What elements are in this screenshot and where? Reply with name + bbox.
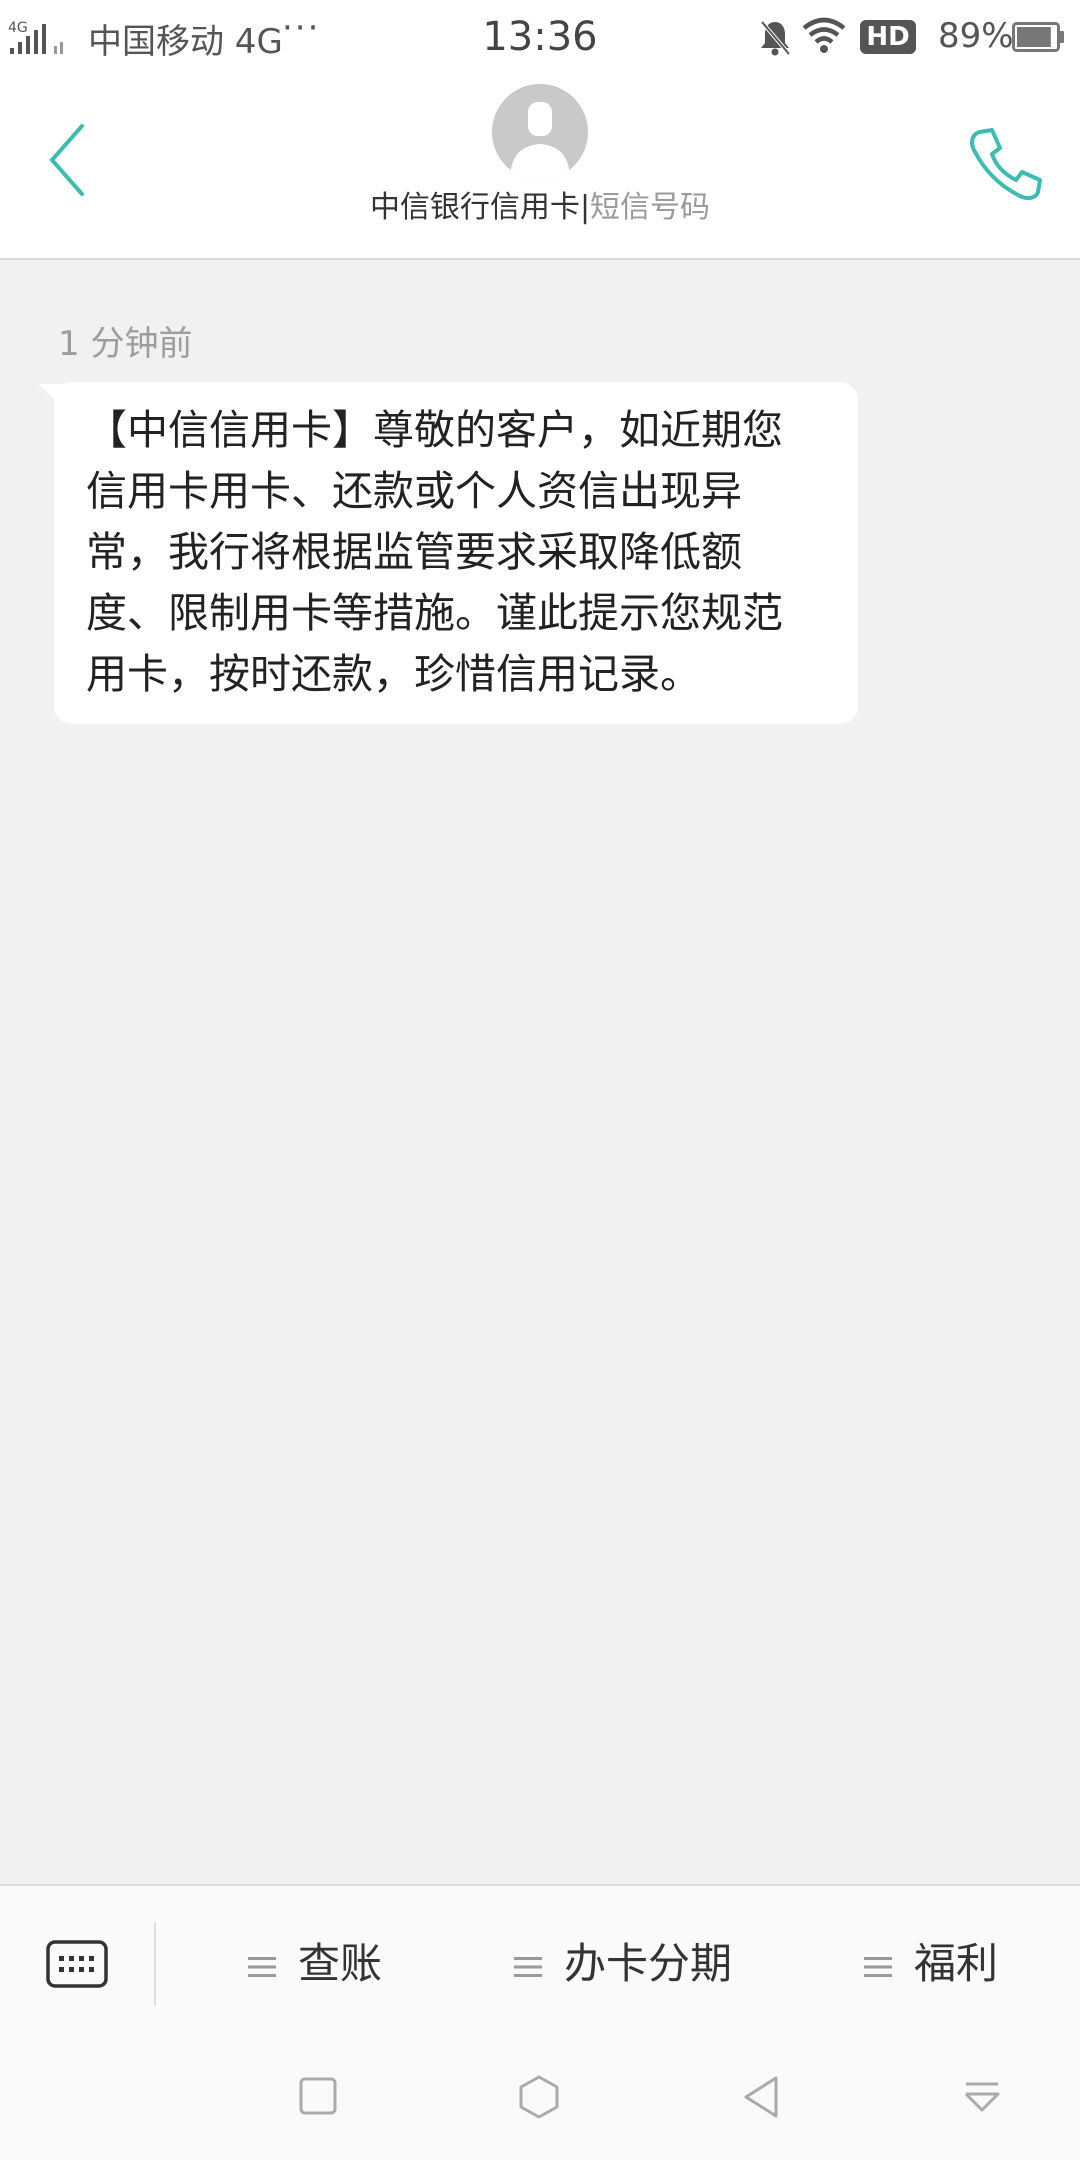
menu-item-label: 办卡分期 — [564, 1939, 733, 1988]
service-menu-bar: 查账 办卡分期 福利 — [0, 1884, 1080, 2044]
call-button[interactable] — [966, 124, 1046, 204]
battery-icon — [1012, 22, 1066, 56]
wifi-icon — [802, 16, 846, 60]
message-text: 【中信信用卡】尊敬的客户，如近期您 信用卡用卡、还款或个人资信出现异 常，我行将… — [86, 406, 783, 698]
keyboard-icon — [46, 1940, 108, 1988]
hamburger-icon — [864, 1956, 892, 1977]
title-separator: | — [579, 190, 591, 225]
recents-button[interactable] — [296, 2074, 340, 2122]
notification-shade-button[interactable] — [962, 2074, 1002, 2122]
message-timestamp: 1 分钟前 — [58, 324, 193, 364]
contact-type: 短信号码 — [590, 190, 711, 225]
conversation-header: 中信银行信用卡|短信号码 — [0, 78, 1080, 260]
contact-name: 中信银行信用卡 — [369, 190, 580, 225]
bell-muted-icon — [758, 18, 792, 62]
contact-title: 中信银行信用卡|短信号码 — [0, 182, 1080, 226]
notification-shade-icon — [964, 2082, 1000, 2112]
hexagon-icon — [519, 2075, 559, 2119]
clock: 13:36 — [482, 14, 598, 60]
menu-item-statement[interactable]: 查账 — [248, 1886, 382, 2042]
avatar[interactable] — [492, 84, 588, 180]
menu-item-benefits[interactable]: 福利 — [864, 1886, 998, 2042]
keyboard-toggle-button[interactable] — [46, 1940, 108, 1992]
hamburger-icon — [248, 1956, 276, 1977]
person-icon — [510, 102, 570, 180]
menu-divider — [154, 1922, 156, 2006]
square-icon — [299, 2077, 337, 2115]
hamburger-icon — [514, 1956, 542, 1977]
navigation-bar — [0, 2042, 1080, 2160]
menu-item-card-installment[interactable]: 办卡分期 — [514, 1886, 732, 2042]
hd-badge: HD — [860, 20, 916, 54]
message-bubble[interactable]: 【中信信用卡】尊敬的客户，如近期您 信用卡用卡、还款或个人资信出现异 常，我行将… — [54, 382, 858, 724]
triangle-back-icon — [744, 2076, 778, 2118]
status-bar: 4G 中国移动 4G ··· 13:36 HD 89% — [0, 0, 1080, 78]
phone-icon — [970, 128, 1042, 201]
home-button[interactable] — [516, 2074, 562, 2124]
battery-percent: 89% — [938, 16, 1014, 56]
menu-item-label: 查账 — [298, 1939, 383, 1988]
menu-item-label: 福利 — [914, 1939, 999, 1988]
back-nav-button[interactable] — [740, 2074, 784, 2124]
